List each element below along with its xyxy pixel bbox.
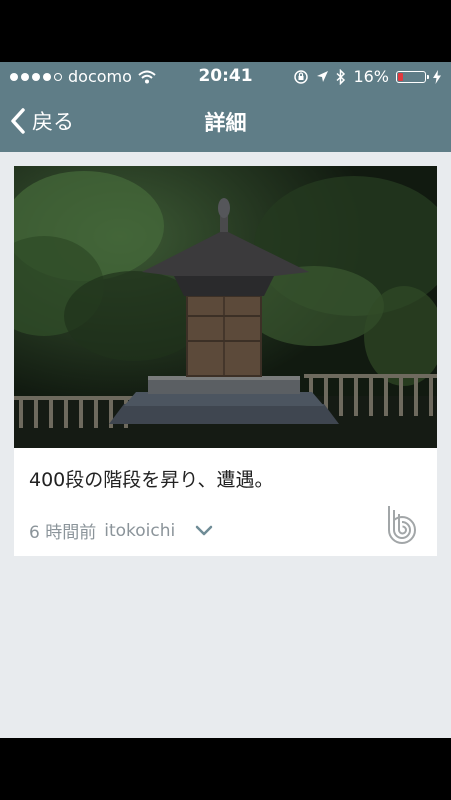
pagoda-photo-image (14, 166, 437, 448)
chevron-down-icon (195, 525, 213, 535)
battery-percent: 16% (353, 67, 389, 86)
battery-nub (427, 74, 429, 79)
status-bar: docomo 20:41 16% (0, 62, 451, 90)
nav-bar: 戻る 詳細 (0, 92, 451, 152)
app-screen: docomo 20:41 16% 戻る 詳細 400段の階段を昇り、遭遇。 6 … (0, 62, 451, 738)
post-meta: 6 時間前 itokoichi (29, 518, 213, 543)
post-time: 6 時間前 (29, 523, 97, 543)
post-author[interactable]: itokoichi (104, 521, 175, 541)
battery-level (398, 72, 403, 81)
status-right: 16% (293, 67, 441, 86)
bluetooth-icon (336, 68, 346, 85)
post-caption: 400段の階段を昇り、遭遇。 (29, 469, 274, 491)
charging-bolt-icon (433, 69, 441, 84)
rotation-lock-icon (294, 69, 309, 84)
post-photo[interactable] (14, 166, 437, 448)
post-card[interactable]: 400段の階段を昇り、遭遇。 6 時間前 itokoichi (14, 166, 437, 556)
header: docomo 20:41 16% 戻る 詳細 (0, 62, 451, 152)
battery-icon (396, 70, 429, 83)
location-arrow-icon (317, 71, 329, 82)
page-title: 詳細 (204, 111, 247, 135)
expand-toggle[interactable] (195, 525, 213, 537)
app-logo-icon[interactable] (383, 504, 421, 548)
